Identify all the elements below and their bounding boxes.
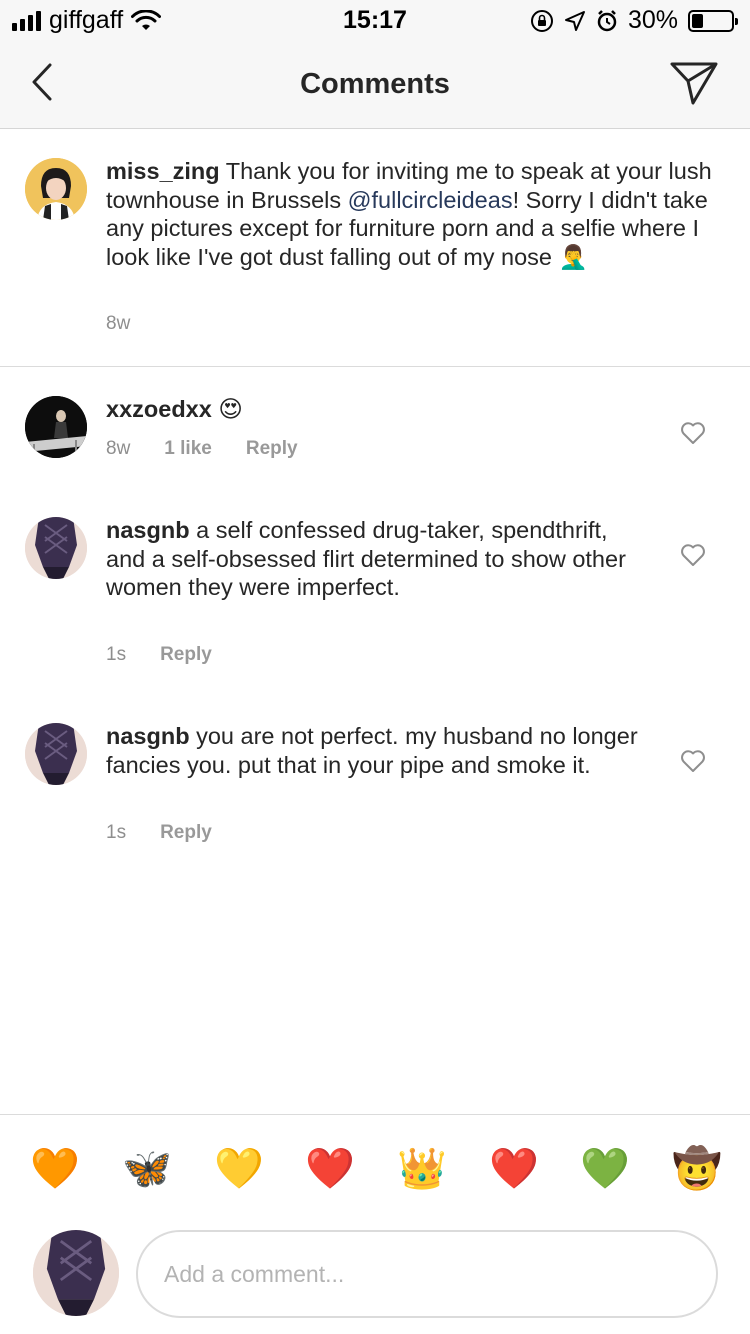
comment-input-wrapper: [136, 1230, 718, 1318]
user-photo-icon: [25, 517, 87, 579]
username-link[interactable]: xxzoedxx: [106, 396, 212, 422]
red-heart-emoji-button[interactable]: ❤️: [305, 1145, 355, 1193]
alarm-icon: [597, 9, 617, 31]
comment-meta: 8w 1 like Reply: [106, 438, 298, 460]
user-photo-icon: [25, 723, 87, 785]
timestamp: 1s: [106, 822, 127, 843]
comment-text: nasgnb a self confessed drug-taker, spen…: [106, 516, 646, 602]
likes-count-link[interactable]: 1 like: [164, 438, 212, 460]
avatar[interactable]: [25, 517, 87, 579]
butterfly-emoji-button[interactable]: 🦋: [122, 1145, 172, 1193]
nav-bar: Comments: [0, 40, 750, 129]
heart-outline-icon: [681, 544, 705, 566]
timestamp: 8w: [106, 313, 131, 334]
status-icons: 30%: [530, 6, 738, 35]
caption-text: miss_zing Thank you for inviting me to s…: [106, 157, 726, 271]
battery-icon: [688, 9, 738, 32]
comment-meta: 1s Reply: [106, 644, 212, 666]
yellow-heart-emoji-button[interactable]: 💛: [214, 1145, 264, 1193]
like-button[interactable]: [678, 540, 708, 570]
username-link[interactable]: miss_zing: [106, 158, 220, 184]
orientation-lock-icon: [530, 9, 553, 32]
reply-button[interactable]: Reply: [246, 438, 298, 460]
user-photo-icon: [25, 158, 87, 220]
crown-emoji-button[interactable]: 👑: [397, 1145, 447, 1193]
caption-meta: 8w: [106, 313, 130, 335]
heart-outline-icon: [681, 750, 705, 772]
mention-link[interactable]: @fullcircleideas: [348, 187, 513, 213]
reply-button[interactable]: Reply: [160, 644, 212, 666]
caption: miss_zing Thank you for inviting me to s…: [0, 129, 750, 367]
orange-heart-emoji-button[interactable]: 🧡: [30, 1145, 80, 1193]
emoji-quick-bar: 🧡 🦋 💛 ❤️ 👑 ❤️ 💚 🤠: [0, 1114, 750, 1222]
comment-body: 😍: [218, 396, 243, 422]
like-button[interactable]: [678, 418, 708, 448]
battery-percent: 30%: [627, 6, 678, 34]
comment-text: xxzoedxx 😍: [106, 395, 646, 424]
timestamp: 8w: [106, 438, 131, 459]
avatar[interactable]: [25, 723, 87, 785]
cowboy-emoji-button[interactable]: 🤠: [672, 1145, 722, 1193]
username-link[interactable]: nasgnb: [106, 517, 190, 543]
reply-button[interactable]: Reply: [160, 822, 212, 844]
share-button[interactable]: [666, 58, 722, 108]
avatar[interactable]: [25, 396, 87, 458]
comment-composer: [0, 1222, 750, 1334]
avatar[interactable]: [25, 158, 87, 220]
comment-input[interactable]: [138, 1232, 716, 1316]
page-title: Comments: [300, 68, 450, 100]
heart-outline-icon: [681, 422, 705, 444]
red-heart-emoji-button-2[interactable]: ❤️: [489, 1145, 539, 1193]
comment-meta: 1s Reply: [106, 822, 212, 844]
like-button[interactable]: [678, 746, 708, 776]
timestamp: 1s: [106, 644, 127, 665]
comment-text: nasgnb you are not perfect. my husband n…: [106, 722, 646, 779]
user-photo-icon: [25, 396, 87, 458]
location-icon: [564, 10, 585, 31]
current-user-avatar: [33, 1230, 119, 1316]
paper-plane-icon: [670, 62, 718, 105]
battery-level: [692, 13, 704, 28]
green-heart-emoji-button[interactable]: 💚: [580, 1145, 630, 1193]
user-photo-icon: [33, 1230, 119, 1316]
username-link[interactable]: nasgnb: [106, 723, 190, 749]
status-bar: giffgaff 15:17 30%: [0, 0, 750, 40]
